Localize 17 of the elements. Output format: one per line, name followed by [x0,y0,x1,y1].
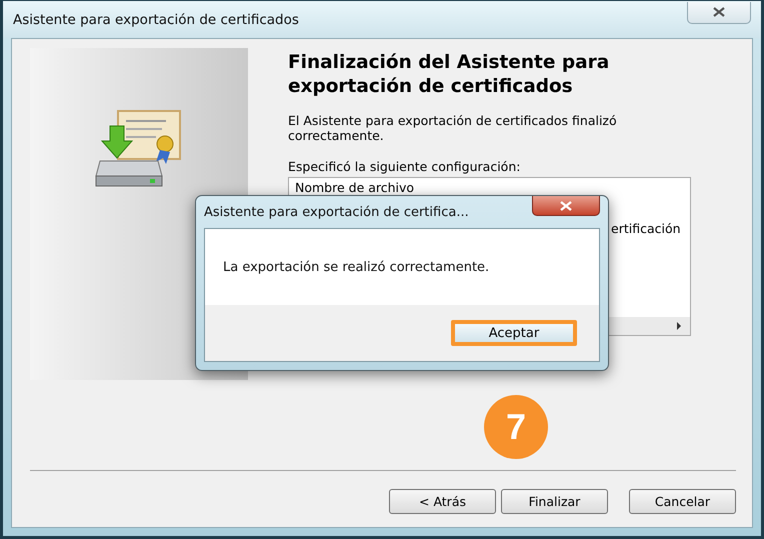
settings-label: Especificó la siguiente configuración: [288,159,522,174]
wizard-button[interactable]: Cancelar [629,489,736,514]
window-title: Asistente para exportación de certificados [13,12,299,28]
wizard-button[interactable]: Finalizar [501,489,608,514]
dialog-message: La exportación se realizó correctamente. [223,260,490,274]
settings-item: ertificación [610,221,682,237]
accept-button[interactable]: Aceptar [451,320,577,346]
wizard-button[interactable]: < Atrás [389,489,496,514]
wizard-heading: Finalización del Asistente para exportación de certificados [288,51,610,99]
scroll-right-icon [676,322,682,330]
dialog-title: Asistente para exportación de certifica... [204,204,469,220]
close-icon [711,7,727,17]
close-button[interactable] [687,2,751,24]
settings-item: Nombre de archivo [295,180,416,196]
close-icon [558,200,574,210]
close-button[interactable] [532,196,600,216]
completion-message: El Asistente para exportación de certificados finalizó correctamente. [288,113,618,143]
